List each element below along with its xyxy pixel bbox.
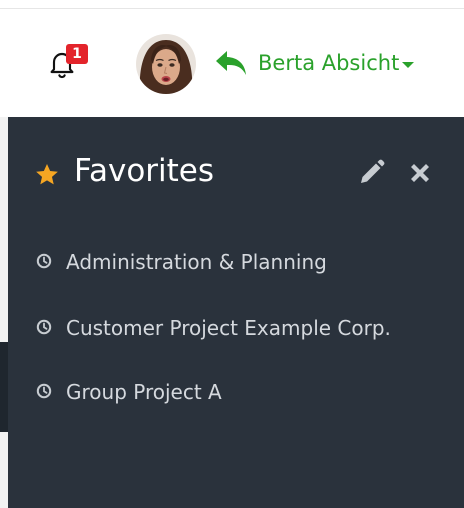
favorite-item[interactable]: Group Project A xyxy=(8,375,464,409)
user-menu-toggle[interactable]: Berta Absicht xyxy=(214,46,415,80)
page: 1 Berta Absicht Favorites Administration… xyxy=(0,0,464,508)
notification-count-badge: 1 xyxy=(66,44,88,64)
star-icon xyxy=(36,163,58,185)
favorite-item-label: Administration & Planning xyxy=(66,250,327,274)
favorites-header: Favorites xyxy=(8,117,464,227)
favorites-title: Favorites xyxy=(74,153,215,189)
clock-icon xyxy=(36,319,52,335)
avatar-portrait xyxy=(136,34,196,94)
clock-icon xyxy=(36,253,52,269)
notifications-button[interactable]: 1 xyxy=(46,44,88,82)
favorite-item[interactable]: Customer Project Example Corp. xyxy=(8,311,464,345)
chevron-down-icon xyxy=(402,61,415,68)
background-edge xyxy=(0,117,8,508)
top-divider xyxy=(0,8,464,9)
favorites-list: Administration & Planning Customer Proje… xyxy=(8,245,464,409)
favorite-item[interactable]: Administration & Planning xyxy=(8,245,464,279)
user-avatar[interactable] xyxy=(136,34,196,94)
favorite-item-label: Group Project A xyxy=(66,380,222,404)
pencil-icon[interactable] xyxy=(357,159,385,187)
favorite-item-label: Customer Project Example Corp. xyxy=(66,316,391,340)
clock-icon xyxy=(36,383,52,399)
user-name: Berta Absicht xyxy=(258,51,400,75)
background-edge-segment xyxy=(0,342,8,432)
close-icon[interactable] xyxy=(406,159,434,187)
favorites-panel: Favorites Administration & Planning Cust… xyxy=(8,117,464,508)
reply-icon xyxy=(214,49,248,77)
